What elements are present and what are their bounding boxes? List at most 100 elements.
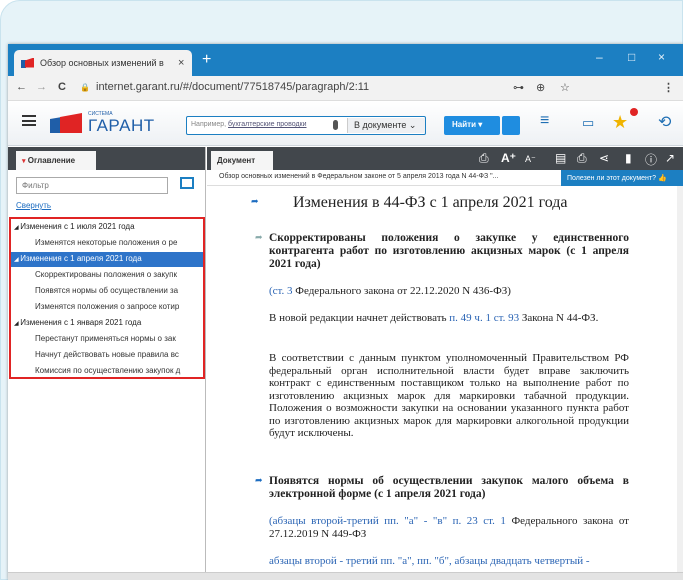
document-link[interactable]: абзацы второй - третий пп. "а", пп. "б",… — [269, 555, 590, 567]
breadcrumb-text: Обзор основных изменений в Федеральном з… — [219, 173, 499, 180]
notification-badge — [630, 108, 638, 116]
share-icon[interactable]: ⋖ — [599, 151, 609, 165]
search-input[interactable]: Например, бухгалтерские проводки В докум… — [186, 116, 426, 135]
document-panel: Документ ⎙ A⁺ A⁻ ▤ ⎙ ⋖ ▮ ⓘ ↗ Обзор основ… — [207, 147, 683, 580]
toc-item-label: Перестанут применяться нормы о зак — [35, 334, 176, 343]
search-options-button[interactable] — [502, 116, 520, 135]
printer-icon[interactable]: ⎙ — [577, 151, 587, 166]
search-scope-label: В документе — [354, 120, 407, 130]
expand-icon[interactable]: ↗ — [665, 151, 675, 165]
toc-item[interactable]: Комиссия по осуществлению закупок д — [11, 364, 203, 379]
search-scope-dropdown[interactable]: В документе ⌄ — [347, 118, 425, 133]
bookmark-icon[interactable]: ▮ — [625, 151, 632, 165]
document-body: ➦ Изменения в 44-ФЗ с 1 апреля 2021 года… — [207, 186, 677, 580]
key-icon[interactable]: ⊶ — [513, 81, 524, 94]
paragraph: В новой редакции начнет действовать п. 4… — [269, 312, 629, 325]
toc-item[interactable]: Начнут действовать новые правила вс — [11, 348, 203, 363]
toc-item-label: Изменятся положения о запросе котир — [35, 302, 180, 311]
find-button[interactable]: Найти ▾ — [444, 116, 500, 135]
document-link[interactable]: п. 49 ч. 1 ст. 93 — [449, 312, 519, 324]
bookmark-star-icon[interactable]: ☆ — [560, 81, 570, 94]
toc-item[interactable]: ◢ Изменения с 1 апреля 2021 года — [11, 252, 203, 267]
arrow-marker-icon[interactable]: ➦ — [255, 475, 263, 486]
forward-icon[interactable]: → — [36, 81, 47, 93]
toc-item-label: Изменятся некоторые положения о ре — [35, 238, 178, 247]
font-decrease-icon[interactable]: A⁻ — [525, 154, 536, 165]
paragraph-text: В новой редакции начнет действовать — [269, 312, 450, 324]
toc-item-label: Начнут действовать новые правила вс — [35, 350, 179, 359]
browser-window: Обзор основных изменений в × + – □ × ← →… — [8, 44, 683, 580]
toc-item-label: Изменения с 1 июля 2021 года — [20, 222, 135, 231]
feedback-label: Полезен ли этот документ? — [567, 175, 657, 182]
save-icon[interactable]: ▤ — [555, 151, 566, 165]
search-placeholder-link[interactable]: бухгалтерские проводки — [228, 121, 306, 128]
microphone-icon[interactable] — [333, 120, 338, 130]
toc-item[interactable]: Перестанут применяться нормы о зак — [11, 332, 203, 347]
section-heading: Появятся нормы об осуществлении закупок … — [269, 475, 629, 500]
toc-item-label: Скорректированы положения о закупк — [35, 270, 177, 279]
toc-item[interactable]: ◢ Изменения с 1 января 2021 года — [11, 316, 203, 331]
toc-item-label: Изменения с 1 апреля 2021 года — [20, 254, 142, 263]
new-tab-button[interactable]: + — [202, 51, 211, 69]
toc-item-label: Изменения с 1 января 2021 года — [20, 318, 142, 327]
info-icon[interactable]: ⓘ — [645, 151, 657, 168]
minimize-button[interactable]: – — [596, 50, 603, 64]
paragraph: абзацы второй - третий пп. "а", пп. "б",… — [269, 555, 629, 568]
close-window-button[interactable]: × — [658, 50, 665, 64]
browser-titlebar: Обзор основных изменений в × + – □ × — [8, 44, 683, 76]
paragraph: В соответствии с данным пунктом уполномо… — [269, 352, 629, 439]
hamburger-menu-icon[interactable] — [22, 115, 36, 126]
tab-title: Обзор основных изменений в — [40, 58, 164, 68]
logo-text: ГАРАНТ — [88, 116, 155, 135]
paragraph: (абзацы второй-третий пп. "а" - "в" п. 2… — [269, 515, 629, 540]
document-link[interactable]: (ст. 3 — [269, 285, 293, 297]
document-link[interactable]: (абзацы второй-третий пп. "а" - "в" п. 2… — [269, 515, 506, 527]
back-icon[interactable]: ← — [16, 81, 27, 93]
toc-item-label: Комиссия по осуществлению закупок д — [35, 366, 181, 375]
font-increase-icon[interactable]: A⁺ — [501, 151, 516, 165]
browser-tab[interactable]: Обзор основных изменений в × — [14, 50, 192, 76]
breadcrumb: Обзор основных изменений в Федеральном з… — [207, 170, 683, 186]
tab-document[interactable]: Документ — [211, 151, 273, 170]
horizontal-scrollbar[interactable] — [8, 572, 683, 580]
document-scrollbar[interactable] — [677, 186, 683, 580]
tab-toc[interactable]: ▾ Оглавление — [16, 151, 96, 170]
maximize-button[interactable]: □ — [628, 50, 635, 64]
zoom-icon[interactable]: ⊕ — [536, 81, 545, 94]
search-placeholder: Например, бухгалтерские проводки — [191, 121, 307, 128]
toc-item[interactable]: Изменятся положения о запросе котир — [11, 300, 203, 315]
find-label: Найти — [452, 120, 476, 129]
history-icon[interactable]: ⟲ — [658, 112, 671, 132]
toc-item-label: Появятся нормы об осуществлении за — [35, 286, 179, 295]
toc-item[interactable]: Скорректированы положения о закупк — [11, 268, 203, 283]
toc-item[interactable]: Изменятся некоторые положения о ре — [11, 236, 203, 251]
garant-favicon-icon — [21, 57, 35, 69]
tab-close-icon[interactable]: × — [178, 57, 184, 69]
reload-icon[interactable]: C — [58, 81, 66, 93]
url-field[interactable]: internet.garant.ru/#/document/77518745/p… — [96, 81, 369, 93]
document-title: Изменения в 44-ФЗ с 1 апреля 2021 года — [293, 194, 568, 211]
chevron-down-icon: ⌄ — [408, 120, 417, 130]
filter-toggle-icon[interactable] — [180, 177, 194, 189]
toc-tab-label: Оглавление — [27, 156, 76, 165]
section-heading: Скорректированы положения о закупке у ед… — [269, 232, 629, 270]
address-bar: ← → C 🔒 internet.garant.ru/#/document/77… — [8, 76, 683, 101]
browser-menu-icon[interactable]: ⋮ — [663, 81, 674, 94]
chat-icon[interactable]: ▭ — [582, 115, 594, 131]
print-icon[interactable]: ⎙ — [479, 151, 489, 166]
feedback-button[interactable]: Полезен ли этот документ? 👍 — [561, 170, 683, 186]
toc-filter-input[interactable]: Фильтр — [16, 177, 168, 194]
toc-item[interactable]: ◢ Изменения с 1 июля 2021 года — [11, 220, 203, 235]
collapse-link[interactable]: Свернуть — [16, 201, 51, 210]
arrow-marker-icon[interactable]: ➦ — [255, 232, 263, 243]
search-placeholder-prefix: Например, — [191, 121, 229, 128]
paragraph-text: Федерального закона от 22.12.2020 N 436-… — [292, 285, 511, 297]
favorites-star-icon[interactable]: ★ — [612, 112, 628, 133]
thumb-up-icon: 👍 — [657, 175, 667, 182]
arrow-marker-icon[interactable]: ➦ — [251, 196, 259, 207]
toc-item[interactable]: Появятся нормы об осуществлении за — [11, 284, 203, 299]
toc-panel-header: ▾ Оглавление — [8, 147, 205, 170]
document-compare-icon[interactable]: ≡ — [540, 112, 549, 130]
garant-header: СИСТЕМА ГАРАНТ Например, бухгалтерские п… — [8, 101, 683, 146]
garant-logo-icon — [50, 113, 82, 133]
